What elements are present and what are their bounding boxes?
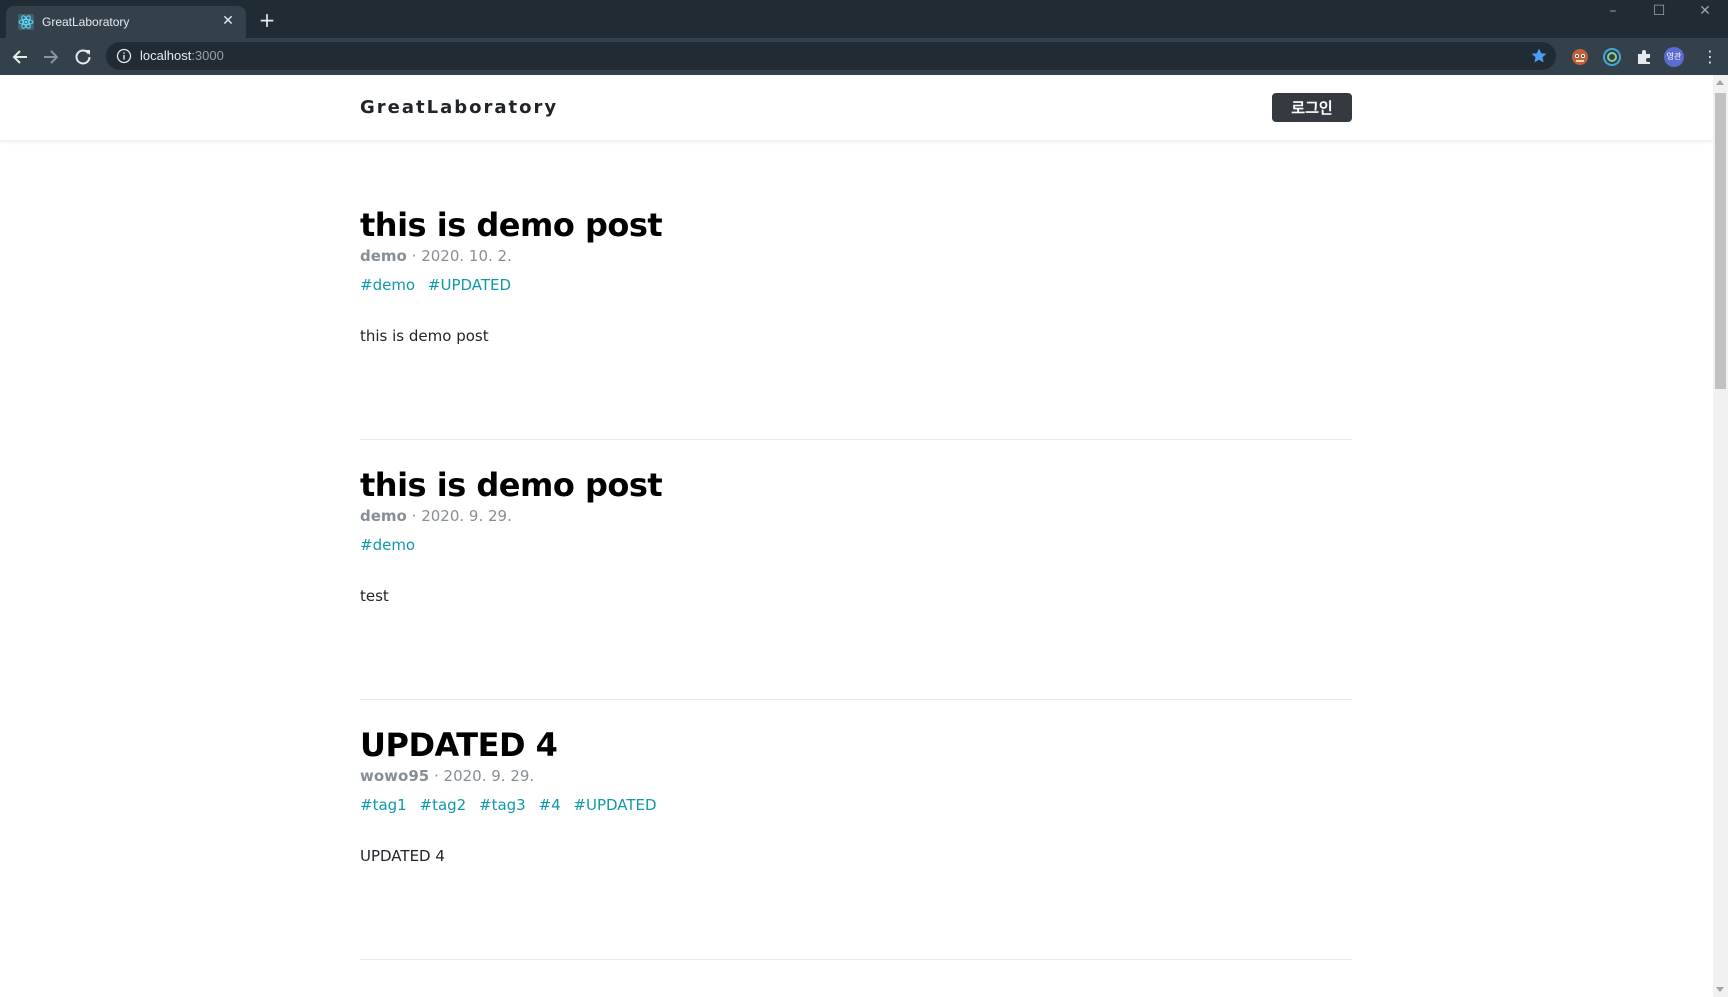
browser-menu-icon[interactable]: ⋮	[1702, 47, 1718, 67]
meta-separator: ·	[433, 767, 444, 785]
bookmark-star-icon[interactable]	[1530, 47, 1548, 65]
post-tags: #demo	[360, 535, 423, 555]
tag-link[interactable]: #demo	[360, 536, 415, 554]
extension-circle-icon[interactable]	[1602, 47, 1622, 67]
tag-link[interactable]: #UPDATED	[573, 796, 656, 814]
post-meta: wowo95 · 2020. 9. 29.	[360, 766, 534, 786]
url-text: localhost:3000	[140, 48, 224, 64]
post-date: 2020. 9. 29.	[443, 767, 535, 785]
tab-title: GreatLaboratory	[42, 15, 130, 29]
meta-separator: ·	[411, 507, 422, 525]
close-tab-icon[interactable]: ✕	[220, 13, 236, 29]
browser-toolbar: localhost:3000	[0, 38, 1728, 75]
minimize-window-icon[interactable]: –	[1590, 0, 1636, 24]
url-port: :3000	[191, 48, 224, 63]
scroll-down-arrow-icon[interactable]	[1716, 987, 1724, 992]
forward-arrow-icon[interactable]	[40, 46, 62, 68]
post-body: UPDATED 4	[360, 847, 445, 865]
post-item: this is demo post demo · 2020. 9. 29. #d…	[360, 465, 1352, 700]
post-meta: demo · 2020. 9. 29.	[360, 506, 512, 526]
login-button[interactable]: 로그인	[1272, 93, 1352, 122]
new-tab-icon[interactable]: +	[256, 10, 278, 32]
site-info-icon[interactable]	[116, 48, 132, 64]
post-date: 2020. 9. 29.	[421, 507, 512, 525]
extensions-puzzle-icon[interactable]	[1634, 47, 1654, 67]
extension-character-icon[interactable]	[1570, 47, 1590, 67]
post-body: this is demo post	[360, 327, 489, 345]
site-logo[interactable]: GreatLaboratory	[360, 97, 558, 118]
post-item: this is demo post demo · 2020. 10. 2. #d…	[360, 205, 1352, 440]
post-author[interactable]: demo	[360, 247, 407, 265]
post-tags: #demo #UPDATED	[360, 275, 519, 295]
tag-link[interactable]: #4	[539, 796, 561, 814]
maximize-window-icon[interactable]: ☐	[1636, 0, 1682, 24]
post-body: test	[360, 587, 389, 605]
meta-separator: ·	[411, 247, 422, 265]
post-tags: #tag1 #tag2 #tag3 #4 #UPDATED	[360, 795, 665, 815]
tag-link[interactable]: #demo	[360, 276, 415, 294]
tag-link[interactable]: #UPDATED	[428, 276, 511, 294]
post-list: this is demo post demo · 2020. 10. 2. #d…	[360, 205, 1352, 985]
page-scrollbar[interactable]	[1713, 75, 1728, 997]
close-window-icon[interactable]: ✕	[1682, 0, 1728, 24]
browser-tab-strip: GreatLaboratory ✕ + – ☐ ✕	[0, 0, 1728, 38]
tag-link[interactable]: #tag2	[420, 796, 467, 814]
post-title[interactable]: UPDATED 4	[360, 725, 558, 765]
post-date: 2020. 10. 2.	[421, 247, 512, 265]
url-host: localhost	[140, 48, 192, 63]
back-arrow-icon[interactable]	[9, 46, 31, 68]
profile-avatar[interactable]: 영관	[1664, 47, 1684, 67]
post-author[interactable]: wowo95	[360, 767, 429, 785]
post-author[interactable]: demo	[360, 507, 407, 525]
post-meta: demo · 2020. 10. 2.	[360, 246, 512, 266]
post-title[interactable]: this is demo post	[360, 205, 663, 245]
page-viewport: GreatLaboratory 로그인 this is demo post de…	[0, 75, 1713, 997]
post-item: UPDATED 4 wowo95 · 2020. 9. 29. #tag1 #t…	[360, 725, 1352, 960]
scrollbar-thumb[interactable]	[1715, 93, 1726, 389]
tag-link[interactable]: #tag3	[479, 796, 526, 814]
scroll-up-arrow-icon[interactable]	[1716, 80, 1724, 85]
address-bar[interactable]: localhost:3000	[106, 42, 1556, 70]
post-title[interactable]: this is demo post	[360, 465, 663, 505]
react-favicon-icon	[18, 14, 34, 30]
browser-tab[interactable]: GreatLaboratory ✕	[6, 6, 246, 38]
reload-icon[interactable]	[72, 46, 94, 68]
tag-link[interactable]: #tag1	[360, 796, 407, 814]
site-header: GreatLaboratory 로그인	[0, 75, 1713, 141]
